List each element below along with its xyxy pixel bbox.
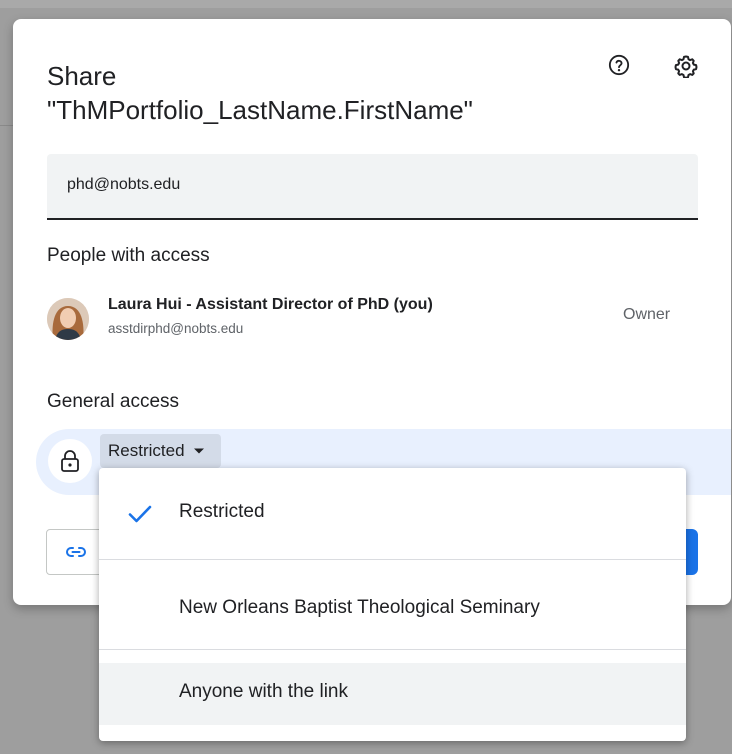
menu-item-label: Anyone with the link [179, 681, 348, 702]
menu-item-label: New Orleans Baptist Theological Seminary [179, 597, 540, 618]
dialog-title: Share "ThMPortfolio_LastName.FirstName" [47, 61, 473, 125]
person-name: Laura Hui - Assistant Director of PhD (y… [108, 296, 433, 313]
general-access-menu: Restricted New Orleans Baptist Theologic… [99, 468, 686, 741]
gear-icon[interactable] [674, 54, 698, 78]
menu-item-anyone-with-link[interactable]: Anyone with the link [99, 663, 686, 725]
help-circle-icon[interactable] [608, 54, 630, 76]
menu-item-restricted[interactable]: Restricted [99, 468, 686, 559]
people-with-access-heading: People with access [47, 245, 210, 266]
add-people-field[interactable]: phd@nobts.edu [47, 154, 698, 220]
lock-icon [61, 450, 79, 472]
copy-link-button[interactable] [46, 529, 106, 575]
menu-item-organization[interactable]: New Orleans Baptist Theological Seminary [99, 559, 686, 663]
general-access-selected: Restricted [108, 441, 185, 460]
check-icon [128, 505, 152, 523]
lock-badge [48, 439, 92, 483]
general-access-select[interactable]: Restricted [100, 434, 221, 468]
backdrop-top-strip [0, 0, 732, 8]
link-icon [66, 547, 86, 557]
avatar [47, 298, 89, 340]
person-role: Owner [623, 306, 671, 323]
menu-divider [99, 649, 686, 650]
recipient-email[interactable]: phd@nobts.edu [67, 176, 180, 194]
backdrop-divider [0, 125, 14, 126]
general-access-heading: General access [47, 391, 180, 412]
person-email: asstdirphd@nobts.edu [108, 321, 244, 336]
caret-down-icon [193, 448, 204, 454]
menu-item-label: Restricted [179, 501, 265, 522]
